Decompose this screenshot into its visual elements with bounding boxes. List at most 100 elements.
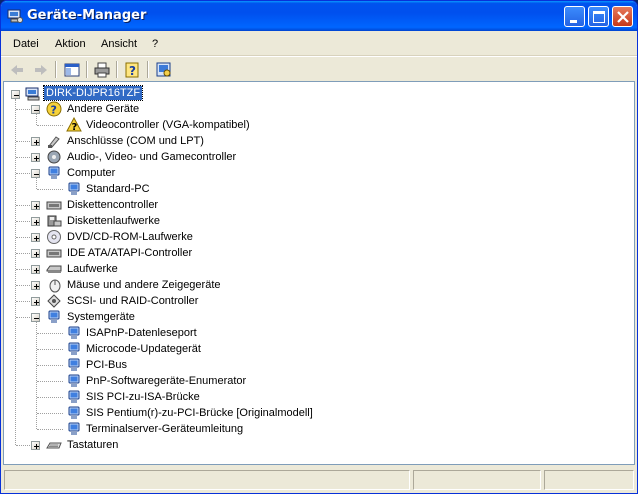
tree-item-label: Laufwerke	[67, 263, 118, 275]
tree-connector-line	[37, 189, 63, 190]
computer-root-icon	[25, 86, 41, 102]
tree-item-label: IDE ATA/ATAPI-Controller	[67, 247, 193, 259]
minimize-icon	[570, 20, 577, 23]
cdrom-icon	[46, 229, 62, 245]
plus-icon	[34, 268, 39, 273]
tree-connector-line	[37, 349, 63, 350]
window-title: Geräte-Manager	[27, 8, 147, 23]
scsi-icon	[46, 293, 62, 309]
tree-connector-line	[16, 285, 30, 286]
device-tree[interactable]: DIRK-DIJPR16TZF ? Andere Geräte? Videocont…	[3, 81, 635, 465]
expand-toggle[interactable]	[31, 249, 40, 258]
minimize-button[interactable]	[564, 6, 585, 27]
computer-icon	[66, 181, 82, 197]
tree-item-label: PCI-Bus	[86, 359, 127, 371]
tree-connector-line	[16, 269, 30, 270]
menu-help[interactable]: ?	[152, 38, 158, 50]
status-bar	[1, 467, 637, 493]
help-button[interactable]: ?	[123, 60, 143, 80]
tree-item-label: SCSI- und RAID-Controller	[67, 295, 199, 307]
help-icon: ?	[125, 62, 139, 78]
toolbar-separator	[55, 61, 57, 78]
close-button[interactable]	[612, 6, 633, 27]
forward-button[interactable]	[31, 60, 51, 80]
plus-icon	[34, 156, 39, 161]
tree-connector-line	[16, 301, 30, 302]
svg-text:?: ?	[51, 104, 57, 117]
plus-icon	[34, 284, 39, 289]
print-button[interactable]	[92, 60, 112, 80]
tree-connector-line	[37, 381, 63, 382]
show-hide-tree-button[interactable]	[62, 60, 82, 80]
collapse-toggle[interactable]	[31, 169, 40, 178]
tree-item-label: Microcode-Updategerät	[86, 343, 201, 355]
menu-aktion[interactable]: Aktion	[55, 38, 86, 50]
expand-toggle[interactable]	[31, 281, 40, 290]
svg-text:?: ?	[129, 64, 136, 78]
console-tree-icon	[64, 63, 80, 77]
question-device-icon: ?	[46, 101, 62, 117]
back-arrow-icon	[11, 65, 23, 75]
close-icon	[617, 11, 629, 23]
plus-icon	[34, 236, 39, 241]
svg-text:?: ?	[72, 122, 78, 133]
expand-toggle[interactable]	[31, 201, 40, 210]
menu-datei[interactable]: Datei	[13, 38, 39, 50]
tree-item-label: SIS Pentium(r)-zu-PCI-Brücke [Originalmo…	[86, 407, 313, 419]
tree-item-label: SIS PCI-zu-ISA-Brücke	[86, 391, 200, 403]
back-button[interactable]	[7, 60, 27, 80]
tree-item-label: Audio-, Video- und Gamecontroller	[67, 151, 237, 163]
expand-toggle[interactable]	[31, 137, 40, 146]
title-bar[interactable]: Geräte-Manager	[1, 1, 637, 31]
tree-connector-line	[36, 178, 37, 189]
tree-item-label: Terminalserver-Geräteumleitung	[86, 423, 244, 435]
expand-toggle[interactable]	[31, 153, 40, 162]
plus-icon	[34, 300, 39, 305]
root-collapse-toggle[interactable]	[11, 90, 20, 99]
system-device-icon	[46, 309, 62, 325]
status-cell-2	[413, 470, 541, 490]
maximize-button[interactable]	[588, 6, 609, 27]
scan-hardware-icon	[156, 62, 171, 77]
expand-toggle[interactable]	[31, 217, 40, 226]
collapse-toggle[interactable]	[31, 105, 40, 114]
expand-toggle[interactable]	[31, 233, 40, 242]
toolbar: ?	[1, 56, 637, 81]
tree-item-label: Mäuse und andere Zeigegeräte	[67, 279, 221, 291]
expand-toggle[interactable]	[31, 441, 40, 450]
tree-connector-line	[16, 221, 30, 222]
scan-hardware-button[interactable]	[154, 60, 174, 80]
audio-icon	[46, 149, 62, 165]
toolbar-separator	[147, 61, 149, 78]
tree-item-label: Videocontroller (VGA-kompatibel)	[86, 119, 250, 131]
tree-connector-line	[15, 99, 16, 445]
tree-connector-line	[16, 205, 30, 206]
system-device-icon	[66, 405, 82, 421]
status-cell-3	[544, 470, 634, 490]
tree-root-label: DIRK-DIJPR16TZF	[42, 85, 144, 101]
menu-ansicht[interactable]: Ansicht	[101, 38, 137, 50]
tree-connector-line	[37, 413, 63, 414]
tree-item-label: Anschlüsse (COM und LPT)	[67, 135, 204, 147]
tree-connector-line	[37, 333, 63, 334]
tree-item-label: DVD/CD-ROM-Laufwerke	[67, 231, 193, 243]
floppy-icon	[46, 213, 62, 229]
plus-icon	[34, 140, 39, 145]
tree-item-label: PnP-Softwaregeräte-Enumerator	[86, 375, 247, 387]
tree-item-label: Computer	[67, 167, 116, 179]
status-cell-main	[4, 470, 410, 490]
tree-connector-line	[16, 109, 30, 110]
collapse-toggle[interactable]	[31, 313, 40, 322]
computer-icon	[46, 165, 62, 181]
expand-toggle[interactable]	[31, 265, 40, 274]
expand-toggle[interactable]	[31, 297, 40, 306]
system-device-icon	[66, 357, 82, 373]
tree-connector-line	[37, 429, 63, 430]
system-device-icon	[66, 389, 82, 405]
plus-icon	[34, 252, 39, 257]
system-device-icon	[66, 325, 82, 341]
print-icon	[94, 62, 110, 78]
toolbar-separator	[116, 61, 118, 78]
tree-item-label: Standard-PC	[86, 183, 150, 195]
tree-item-label: Diskettencontroller	[67, 199, 159, 211]
